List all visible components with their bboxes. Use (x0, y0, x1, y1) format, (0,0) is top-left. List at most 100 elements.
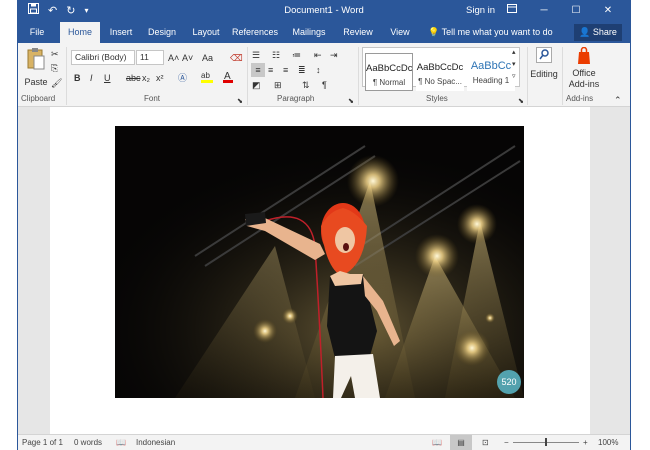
tell-me-box[interactable]: 💡 Tell me what you want to do (428, 22, 553, 43)
style-name: Heading 1 (472, 76, 510, 85)
highlight-color-icon[interactable]: ab (200, 69, 214, 87)
font-family-select[interactable]: Calibri (Body) (71, 50, 135, 65)
tab-design[interactable]: Design (146, 22, 178, 43)
copy-icon[interactable]: ⎘ (51, 61, 58, 75)
ribbon-display-options-icon[interactable] (496, 2, 528, 20)
tab-references[interactable]: References (232, 22, 278, 43)
read-mode-icon[interactable]: 📖 (432, 438, 442, 447)
ribbon: Paste ✂ ⎘ 🖌 Clipboard Calibri (Body) 11 … (18, 43, 630, 107)
addins-group-label: Add-ins (566, 94, 594, 103)
align-center-icon[interactable]: ≡ (268, 63, 273, 77)
bold-button[interactable]: B (74, 71, 81, 85)
borders-icon[interactable]: ⊞ (274, 78, 282, 92)
office-store-icon (578, 46, 590, 64)
page-count[interactable]: Page 1 of 1 (22, 438, 63, 447)
language-indicator[interactable]: Indonesian (136, 438, 175, 447)
divider (247, 47, 248, 105)
person-icon: 👤 (579, 27, 591, 37)
lightbulb-icon: 💡 (428, 27, 440, 37)
zoom-slider-thumb[interactable] (545, 438, 547, 446)
show-formatting-marks-icon[interactable]: ¶ (322, 78, 327, 92)
font-size-select[interactable]: 11 (136, 50, 164, 65)
tab-insert[interactable]: Insert (106, 22, 136, 43)
multilevel-list-icon[interactable]: ≔ (292, 48, 301, 62)
word-count[interactable]: 0 words (74, 438, 102, 447)
ribbon-tabs: File Home Insert Design Layout Reference… (18, 22, 630, 43)
office-addins-button[interactable]: Office Add-ins (564, 46, 604, 90)
underline-button[interactable]: U (104, 71, 111, 85)
document-page[interactable]: 520 (50, 107, 590, 434)
close-icon[interactable]: ✕ (592, 2, 624, 20)
tell-me-text: Tell me what you want to do (441, 27, 553, 37)
paste-label: Paste (24, 77, 48, 87)
watermark-text: 520 (501, 377, 516, 387)
styles-gallery: AaBbCcDc ¶ Normal AaBbCcDc ¶ No Spac... … (362, 47, 520, 91)
shrink-font-button[interactable]: A˅ (182, 51, 193, 65)
cut-icon[interactable]: ✂ (51, 47, 59, 61)
font-color-icon[interactable]: A (222, 69, 234, 87)
format-painter-icon[interactable]: 🖌 (51, 76, 62, 90)
tab-file[interactable]: File (24, 22, 50, 43)
minimize-icon[interactable]: ─ (528, 2, 560, 20)
addins-label: Add-ins (568, 79, 600, 89)
title-bar: ↶ ↻ ▾ Document1 - Word Sign in ─ ☐ ✕ (18, 0, 630, 22)
zoom-out-icon[interactable]: − (504, 438, 509, 447)
change-case-button[interactable]: Aa (202, 51, 213, 65)
align-right-icon[interactable]: ≡ (283, 63, 288, 77)
status-bar: Page 1 of 1 0 words 📖 Indonesian 📖 ▤ ⊡ −… (18, 434, 630, 450)
paragraph-group-label: Paragraph (277, 94, 315, 103)
window-controls: ─ ☐ ✕ (496, 2, 624, 20)
decrease-indent-icon[interactable]: ⇤ (314, 48, 322, 62)
word-window: ↶ ↻ ▾ Document1 - Word Sign in ─ ☐ ✕ Fil… (17, 0, 631, 450)
italic-button[interactable]: I (90, 71, 93, 85)
style-name: ¶ No Spac... (418, 77, 462, 86)
divider (358, 47, 359, 105)
style-heading-1[interactable]: AaBbCc Heading 1 (467, 53, 515, 91)
divider (562, 47, 563, 105)
zoom-in-icon[interactable]: + (583, 438, 588, 447)
style-sample: AaBbCc (470, 60, 512, 72)
style-sample: AaBbCcDc (416, 62, 464, 73)
collapse-ribbon-icon[interactable]: ⌃ (614, 93, 622, 107)
share-button[interactable]: 👤 Share (574, 24, 622, 41)
clear-formatting-icon[interactable]: ⌫ (230, 51, 243, 65)
styles-group-label: Styles (426, 94, 448, 103)
svg-text:ab: ab (201, 71, 210, 80)
web-layout-icon[interactable]: ⊡ (482, 438, 489, 447)
concert-photo[interactable] (115, 126, 524, 398)
strikethrough-button[interactable]: abc (126, 71, 141, 85)
proofing-icon[interactable]: 📖 (116, 438, 126, 447)
divider (66, 47, 67, 105)
subscript-button[interactable]: x₂ (142, 71, 150, 85)
sort-icon[interactable]: ⇅ (302, 78, 310, 92)
style-name: ¶ Normal (372, 78, 406, 87)
shading-icon[interactable]: ◩ (252, 78, 261, 92)
zoom-level[interactable]: 100% (598, 438, 618, 447)
tab-view[interactable]: View (388, 22, 412, 43)
style-normal[interactable]: AaBbCcDc ¶ Normal (365, 53, 413, 91)
text-effects-icon[interactable]: Ⓐ (178, 71, 187, 85)
tab-mailings[interactable]: Mailings (290, 22, 328, 43)
tab-layout[interactable]: Layout (190, 22, 222, 43)
maximize-icon[interactable]: ☐ (560, 2, 592, 20)
justify-icon[interactable]: ≣ (298, 63, 306, 77)
tab-home[interactable]: Home (60, 22, 100, 43)
increase-indent-icon[interactable]: ⇥ (330, 48, 338, 62)
tab-review[interactable]: Review (342, 22, 374, 43)
editing-button[interactable]: Editing (529, 47, 559, 81)
font-group-label: Font (144, 94, 161, 103)
superscript-button[interactable]: x² (156, 71, 164, 85)
paste-icon (27, 48, 45, 70)
office-label: Office (572, 68, 596, 78)
sign-in-link[interactable]: Sign in (466, 5, 495, 16)
numbering-icon[interactable]: ☷ (272, 48, 280, 62)
line-spacing-icon[interactable]: ↕ (316, 63, 321, 77)
styles-scroll-icons[interactable]: ▴ ▾ ▿ (512, 47, 516, 83)
print-layout-icon[interactable]: ▤ (450, 435, 472, 450)
search-icon (536, 47, 552, 63)
style-no-spacing[interactable]: AaBbCcDc ¶ No Spac... (416, 53, 464, 91)
align-left-icon[interactable]: ≡ (251, 63, 265, 77)
grow-font-button[interactable]: A˄ (168, 51, 179, 65)
bullets-icon[interactable]: ☰ (252, 48, 260, 62)
paste-button[interactable]: Paste (24, 47, 48, 89)
